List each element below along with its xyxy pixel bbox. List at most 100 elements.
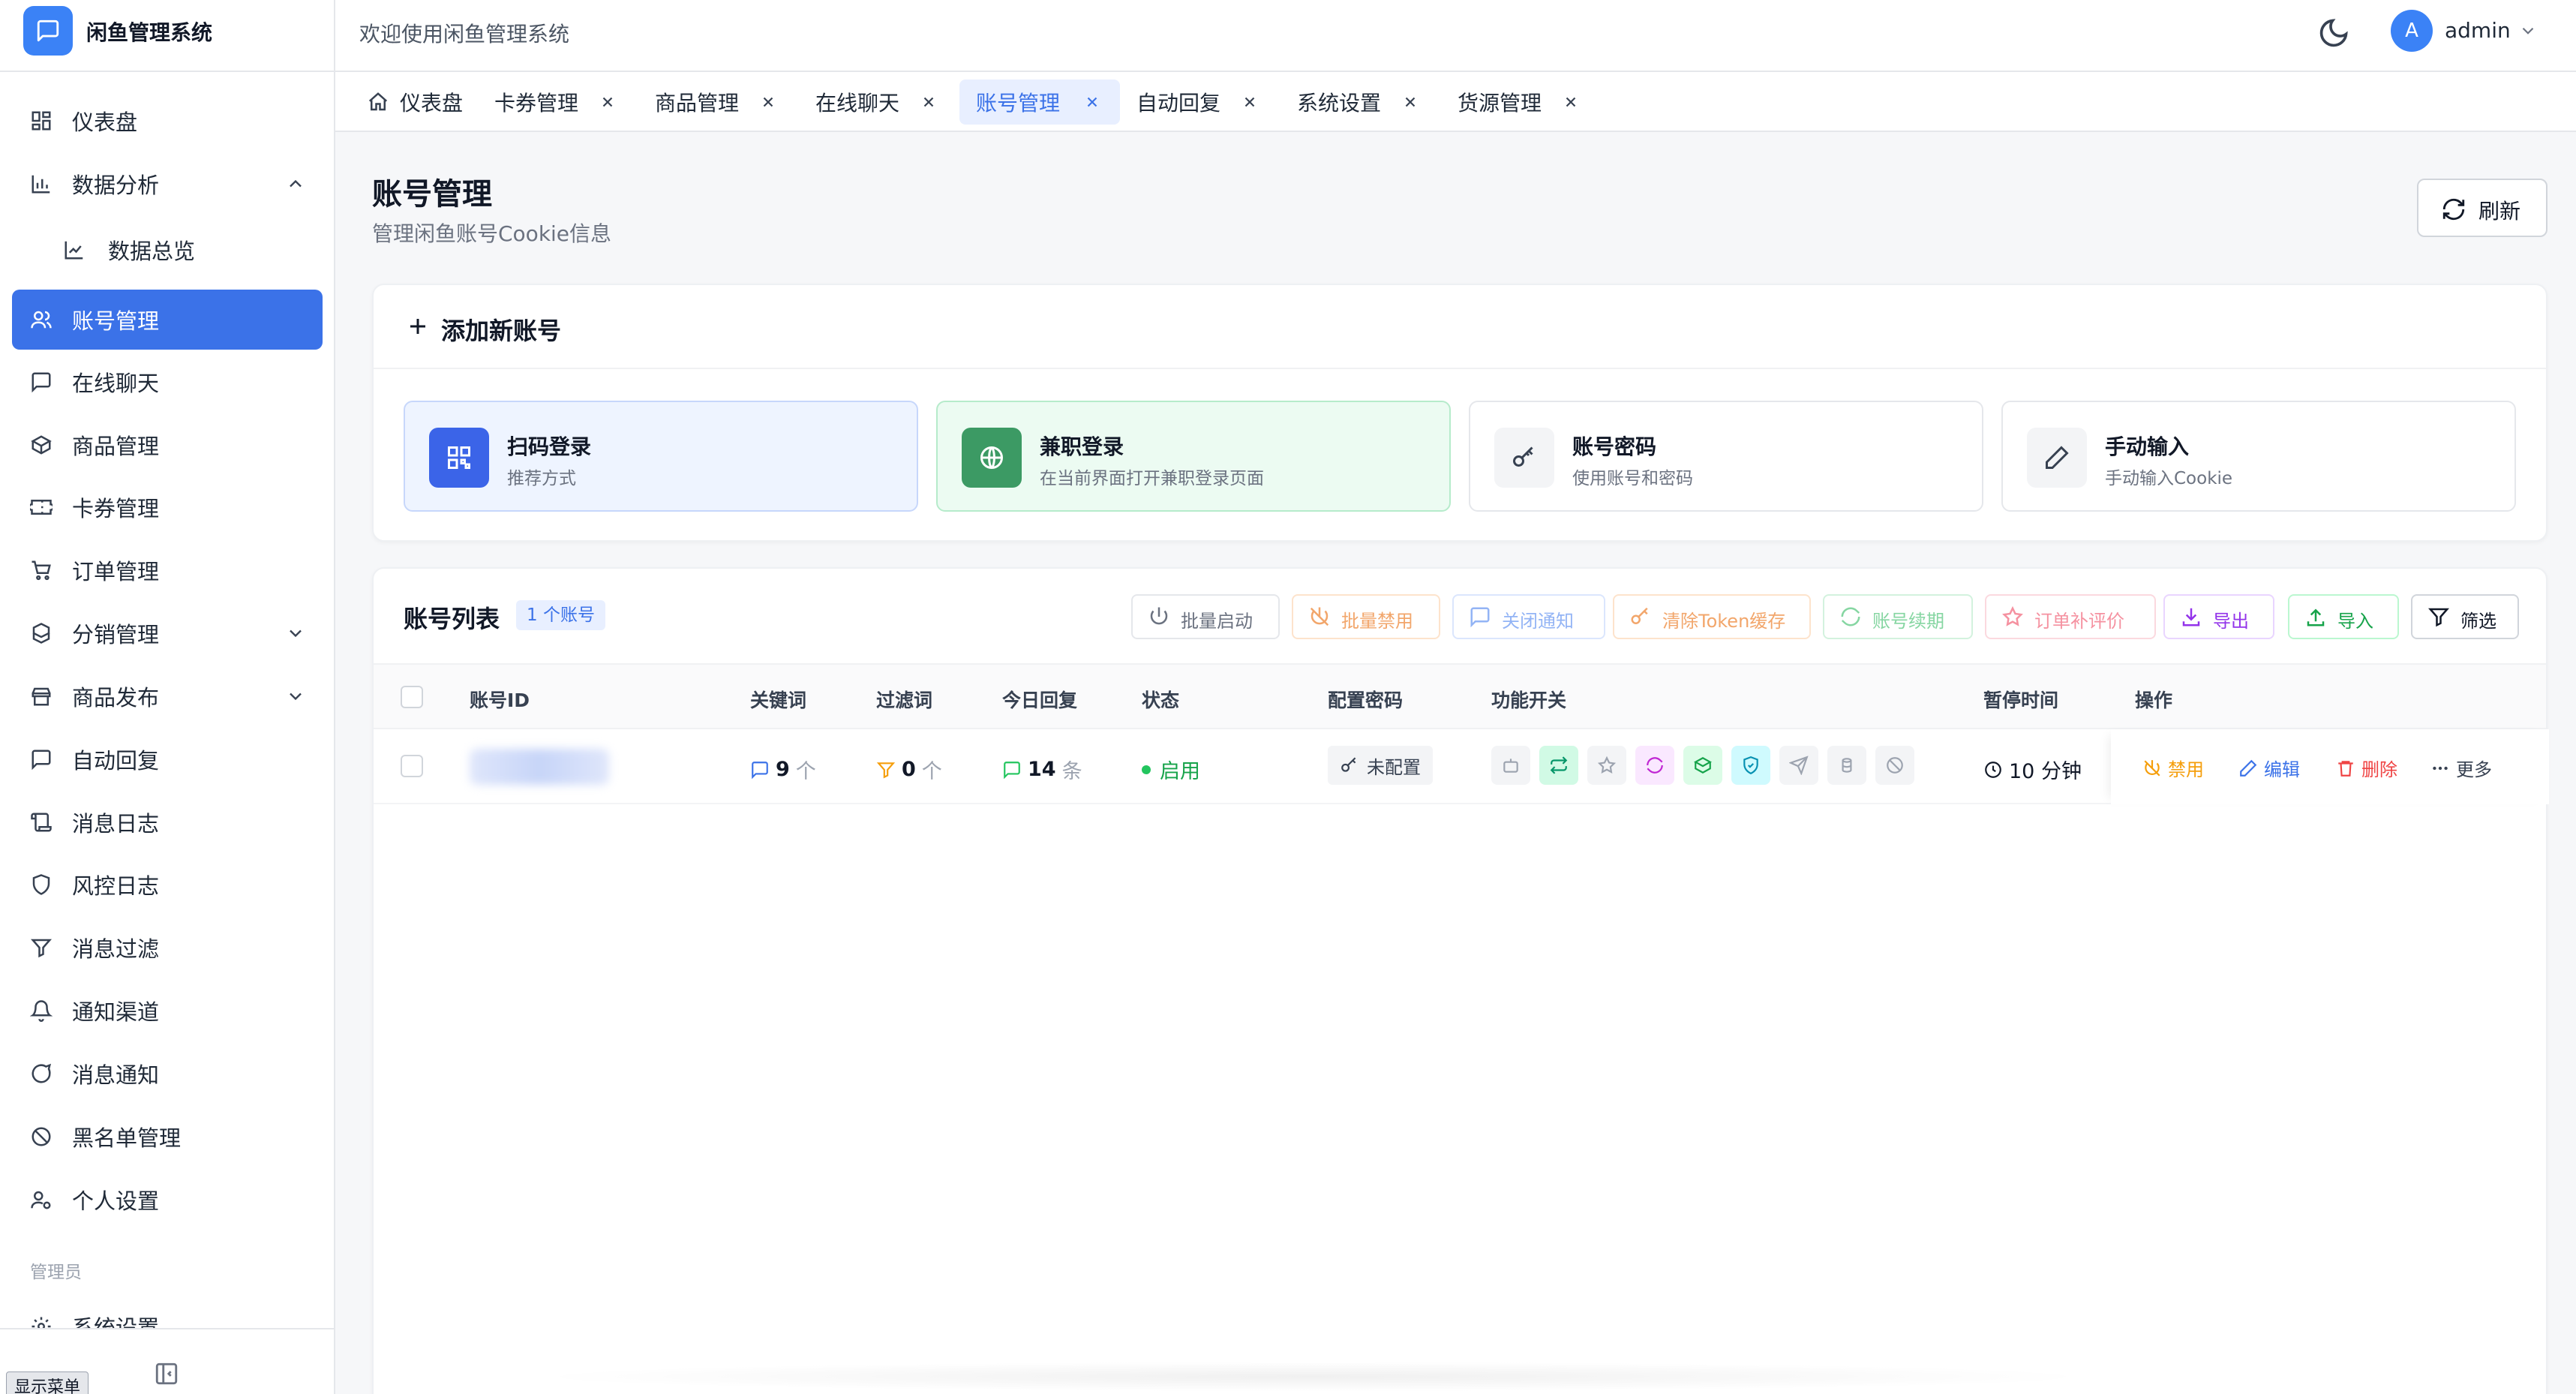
sidebar-item-notify-channel[interactable]: 通知渠道: [12, 981, 323, 1041]
sidebar-item-data-analysis[interactable]: 数据分析: [12, 154, 323, 214]
avatar[interactable]: A: [2391, 10, 2433, 52]
chevron-down-icon[interactable]: [2518, 21, 2538, 41]
sidebar-item-orders[interactable]: 订单管理: [12, 540, 323, 600]
column-header: 账号ID: [470, 689, 530, 711]
tab-label: 货源管理: [1458, 91, 1542, 116]
sidebar-item-dashboard[interactable]: 仪表盘: [12, 91, 323, 151]
package-switch-icon[interactable]: [1683, 746, 1722, 785]
manual-input-option[interactable]: 手动输入 手动输入Cookie: [2001, 401, 2516, 512]
sidebar-item-data-overview[interactable]: 数据总览: [12, 220, 323, 280]
chat-logo-icon: [37, 20, 59, 42]
close-icon[interactable]: [760, 94, 776, 110]
ban-switch-icon[interactable]: [1875, 746, 1914, 785]
sidebar-item-label: 分销管理: [72, 622, 160, 647]
column-header: 关键词: [750, 689, 807, 711]
sidebar-item-publish[interactable]: 商品发布: [12, 666, 323, 726]
send-switch-icon[interactable]: [1779, 746, 1818, 785]
row-checkbox[interactable]: [401, 755, 423, 777]
tab-system-settings[interactable]: 系统设置: [1286, 80, 1437, 125]
plus-icon: [410, 319, 425, 334]
tab-accounts[interactable]: 账号管理: [959, 80, 1120, 125]
parttime-login-option[interactable]: 兼职登录 在当前界面打开兼职登录页面: [936, 401, 1451, 512]
tab-label: 账号管理: [976, 91, 1061, 116]
tab-label: 自动回复: [1136, 91, 1221, 116]
bot-switch-icon[interactable]: [1491, 746, 1530, 785]
filter-button[interactable]: 筛选: [2411, 594, 2519, 639]
tab-bar: 仪表盘 卡券管理 商品管理 在线聊天 账号管理 自动回复 系统设置 货源管理: [335, 72, 2576, 132]
batch-disable-button[interactable]: 批量禁用: [1292, 594, 1440, 639]
sidebar-item-coupons[interactable]: 卡券管理: [12, 477, 323, 537]
upload-icon: [2307, 608, 2325, 626]
close-icon[interactable]: [1563, 94, 1579, 110]
theme-toggle-moon-icon[interactable]: [2317, 17, 2350, 50]
sidebar-item-auto-reply[interactable]: 自动回复: [12, 729, 323, 789]
order-review-button[interactable]: 订单补评价: [1985, 594, 2156, 639]
bell-icon: [29, 998, 54, 1023]
delete-action[interactable]: 删除: [2336, 755, 2397, 781]
line-chart-icon: [62, 237, 87, 263]
sidebar-item-online-chat[interactable]: 在线聊天: [12, 352, 323, 412]
refresh-icon: [1841, 607, 1860, 626]
tab-auto-reply[interactable]: 自动回复: [1126, 80, 1276, 125]
account-id-blurred[interactable]: [470, 749, 609, 785]
action-label: 删除: [2361, 759, 2397, 780]
filters-cell[interactable]: 0 个: [876, 755, 942, 784]
password-login-option[interactable]: 账号密码 使用账号和密码: [1469, 401, 1983, 512]
close-icon[interactable]: [1402, 94, 1419, 110]
disable-action[interactable]: 禁用: [2142, 755, 2204, 781]
chevron-down-icon: [290, 692, 302, 701]
account-list-card: 账号列表 1 个账号 批量启动 批量禁用 关闭通知 清除Token缓存 账号续期…: [372, 567, 2549, 1394]
close-notify-button[interactable]: 关闭通知: [1452, 594, 1605, 639]
account-renew-button[interactable]: 账号续期: [1823, 594, 1973, 639]
sidebar-item-risk-log[interactable]: 风控日志: [12, 855, 323, 915]
add-account-header[interactable]: 添加新账号: [374, 285, 2546, 369]
sidebar-item-label: 黑名单管理: [72, 1125, 182, 1151]
password-status-badge[interactable]: 未配置: [1328, 746, 1433, 785]
close-icon[interactable]: [1084, 94, 1100, 110]
export-button[interactable]: 导出: [2163, 594, 2274, 639]
refresh-button[interactable]: 刷新: [2417, 179, 2547, 237]
tab-products[interactable]: 商品管理: [644, 80, 794, 125]
sidebar-item-products[interactable]: 商品管理: [12, 415, 323, 475]
user-cog-icon: [29, 1187, 54, 1212]
sidebar-item-personal-settings[interactable]: 个人设置: [12, 1170, 323, 1230]
tab-supply[interactable]: 货源管理: [1447, 80, 1597, 125]
tab-dashboard[interactable]: 仪表盘: [358, 80, 478, 125]
refresh-switch-icon[interactable]: [1635, 746, 1674, 785]
sidebar-item-blacklist[interactable]: 黑名单管理: [12, 1107, 323, 1167]
show-menu-button[interactable]: 显示菜单: [6, 1371, 89, 1394]
keywords-cell[interactable]: 9 个: [750, 755, 816, 784]
batch-enable-button[interactable]: 批量启动: [1131, 594, 1280, 639]
sidebar-item-label: 商品管理: [72, 434, 160, 459]
brand: 闲鱼管理系统: [0, 0, 334, 72]
sidebar-item-message-filter[interactable]: 消息过滤: [12, 918, 323, 978]
message-icon: [29, 747, 54, 772]
close-icon[interactable]: [1241, 94, 1258, 110]
close-icon[interactable]: [920, 94, 937, 110]
edit-action[interactable]: 编辑: [2238, 755, 2300, 781]
repeat-switch-icon[interactable]: [1539, 746, 1578, 785]
sidebar-item-distribution[interactable]: 分销管理: [12, 603, 323, 663]
tab-online-chat[interactable]: 在线聊天: [805, 80, 955, 125]
sidebar-item-message-log[interactable]: 消息日志: [12, 792, 323, 852]
sidebar-item-message-notify[interactable]: 消息通知: [12, 1044, 323, 1104]
close-icon[interactable]: [599, 94, 616, 110]
username[interactable]: admin: [2445, 18, 2511, 43]
sidebar-collapse-icon[interactable]: [154, 1361, 179, 1386]
import-button[interactable]: 导入: [2288, 594, 2399, 639]
clock-icon: [1985, 761, 2001, 778]
toolbar-label: 批量启动: [1181, 611, 1253, 632]
select-all-checkbox[interactable]: [401, 686, 423, 708]
more-action[interactable]: 更多: [2430, 755, 2492, 781]
coins-switch-icon[interactable]: [1827, 746, 1866, 785]
tab-coupons[interactable]: 卡券管理: [484, 80, 634, 125]
qrcode-login-option[interactable]: 扫码登录 推荐方式: [404, 401, 918, 512]
home-icon: [368, 92, 388, 111]
clear-token-cache-button[interactable]: 清除Token缓存: [1613, 594, 1811, 639]
star-switch-icon[interactable]: [1587, 746, 1626, 785]
sidebar-item-accounts[interactable]: 账号管理: [12, 290, 323, 350]
filter-icon: [29, 935, 54, 960]
shield-switch-icon[interactable]: [1731, 746, 1770, 785]
toolbar-label: 批量禁用: [1341, 611, 1413, 632]
sidebar: 闲鱼管理系统 仪表盘 数据分析 数据总览 账号管理 在线聊天 商品管理 卡券管理…: [0, 0, 335, 1394]
